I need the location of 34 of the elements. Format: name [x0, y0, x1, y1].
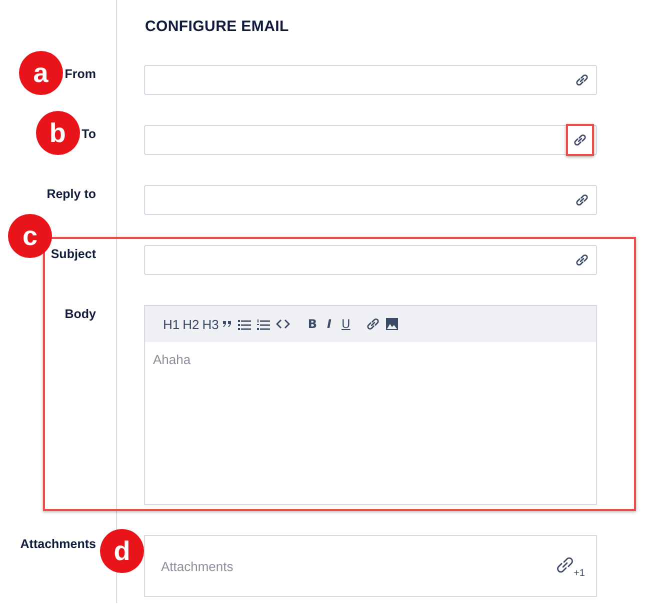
- callout-badge: d: [100, 529, 144, 573]
- heading-button[interactable]: H3: [202, 316, 219, 332]
- field-label: Attachments: [20, 536, 96, 551]
- field-label: To: [82, 126, 96, 141]
- quote-icon[interactable]: [222, 319, 232, 329]
- section-heading: CONFIGURE EMAIL: [144, 17, 290, 37]
- input-field[interactable]: [144, 65, 597, 95]
- link-icon[interactable]: [555, 555, 575, 575]
- link-icon[interactable]: [575, 73, 589, 87]
- underline-button[interactable]: U: [342, 317, 350, 331]
- input-field[interactable]: [144, 185, 597, 215]
- input-field[interactable]: [144, 245, 597, 275]
- code-icon[interactable]: [276, 319, 290, 329]
- bullet-list-icon[interactable]: [238, 318, 251, 330]
- heading-button[interactable]: H2: [182, 316, 200, 332]
- callout-badge: b: [36, 111, 80, 155]
- body-field[interactable]: Ahaha: [144, 342, 597, 505]
- field-label: Subject: [50, 246, 96, 261]
- bold-button[interactable]: B: [308, 317, 318, 331]
- heading-button[interactable]: H1: [163, 316, 180, 332]
- input-field[interactable]: [144, 125, 597, 155]
- image-icon[interactable]: [386, 318, 398, 330]
- field-label: Body: [64, 306, 96, 321]
- link-icon[interactable]: [575, 193, 589, 207]
- numbered-list-icon[interactable]: [256, 318, 270, 330]
- field-label: From: [64, 66, 96, 81]
- italic-button[interactable]: I: [327, 317, 332, 331]
- field-label: Reply to: [46, 186, 96, 201]
- link-icon[interactable]: [573, 133, 587, 147]
- callout-badge: c: [8, 214, 52, 258]
- link-icon[interactable]: [575, 253, 589, 267]
- callout-badge: a: [18, 51, 63, 95]
- link-icon[interactable]: [366, 317, 380, 331]
- attachment-count: +1: [574, 568, 585, 579]
